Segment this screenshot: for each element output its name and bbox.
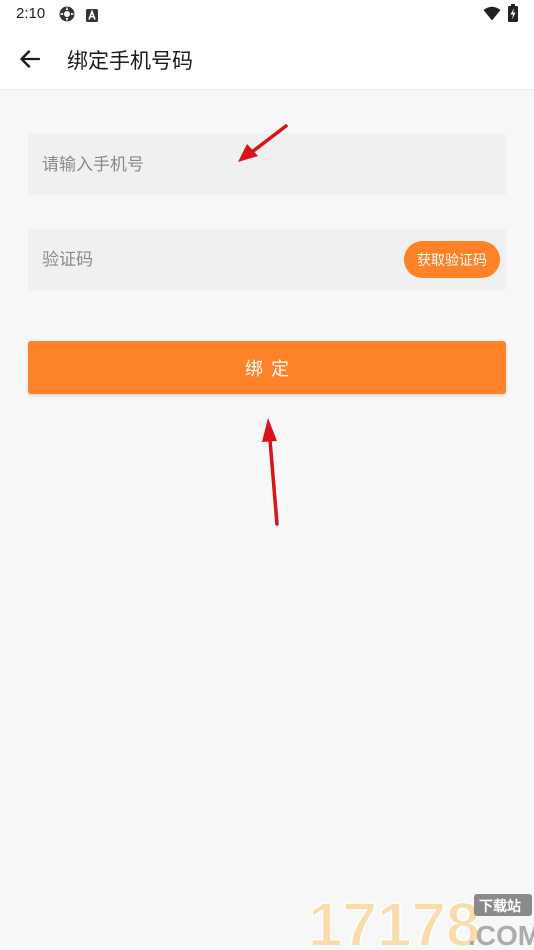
get-code-button[interactable]: 获取验证码 bbox=[404, 241, 500, 278]
a-badge-icon bbox=[86, 7, 98, 26]
bind-button[interactable]: 绑定 bbox=[28, 341, 506, 394]
back-button[interactable] bbox=[10, 42, 50, 76]
verification-code-field: 获取验证码 bbox=[28, 229, 506, 290]
settings-gear-icon bbox=[58, 5, 76, 27]
app-bar: 绑定手机号码 bbox=[0, 28, 534, 90]
status-bar: 2:10 bbox=[0, 0, 534, 28]
annotation-arrow-bind bbox=[262, 418, 279, 526]
verification-code-input[interactable] bbox=[28, 229, 388, 290]
svg-text:17178: 17178 bbox=[308, 891, 480, 950]
page-title: 绑定手机号码 bbox=[67, 49, 193, 73]
phone-field bbox=[28, 134, 506, 195]
svg-text:.COM: .COM bbox=[468, 920, 534, 950]
screen: 2:10 绑定手机号码 请输入手机号 验证码 获取验证码 绑定 17178 下载… bbox=[0, 0, 534, 950]
arrow-left-icon bbox=[20, 50, 40, 68]
watermark-logo: 17178 下载站 .COM bbox=[307, 888, 534, 950]
svg-text:下载站: 下载站 bbox=[479, 898, 521, 915]
status-time: 2:10 bbox=[16, 5, 46, 22]
battery-charging-icon bbox=[508, 4, 518, 26]
phone-input[interactable] bbox=[28, 134, 506, 195]
wifi-icon bbox=[483, 6, 501, 25]
